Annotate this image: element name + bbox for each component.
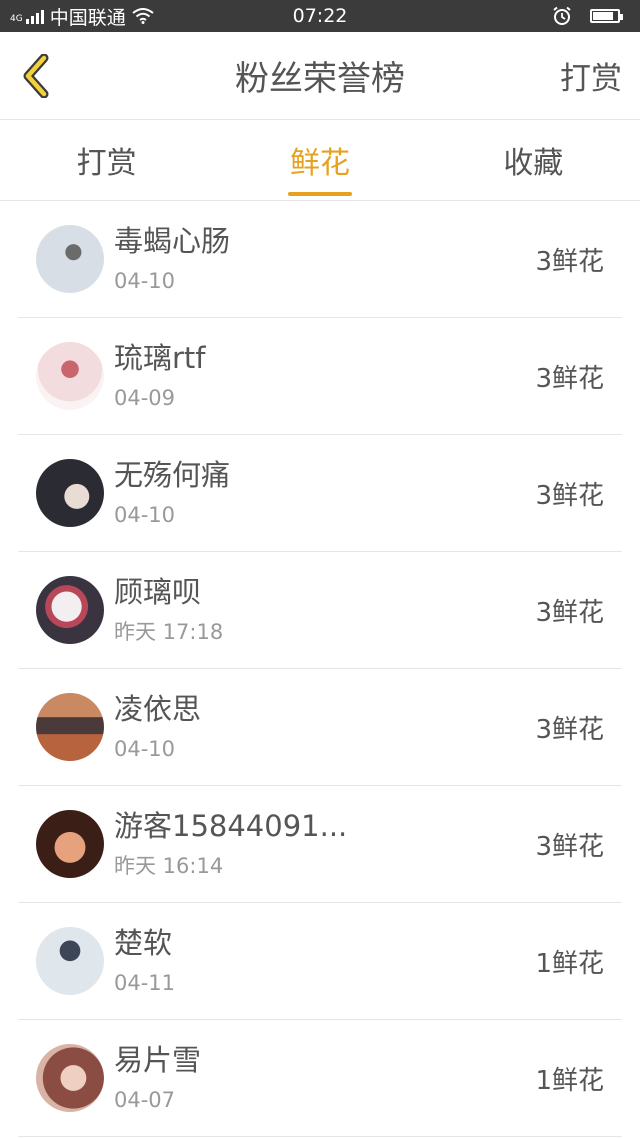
fan-time: 04-10 (114, 503, 176, 527)
fan-time: 04-10 (114, 737, 176, 761)
fan-time: 04-10 (114, 269, 176, 293)
fan-name: 毒蝎心肠 (114, 224, 231, 258)
avatar (36, 342, 104, 410)
fan-name: 琉璃rtf (114, 341, 206, 375)
list-item[interactable]: 凌依思 04-10 3鲜花 (18, 669, 622, 786)
fan-name: 易片雪 (114, 1043, 202, 1077)
network-type-label: 4G (10, 14, 23, 24)
avatar (36, 810, 104, 878)
fan-time: 04-07 (114, 1088, 176, 1112)
fan-name: 无殇何痛 (114, 458, 231, 492)
avatar (36, 225, 104, 293)
fan-info: 游客15844091... 昨天 16:14 (114, 807, 535, 881)
list-item[interactable]: 琉璃rtf 04-09 3鲜花 (18, 318, 622, 435)
avatar (36, 693, 104, 761)
avatar (36, 576, 104, 644)
tab-bar: 打赏 鲜花 收藏 (0, 120, 640, 201)
tab-label: 打赏 (76, 146, 137, 181)
tab-label: 收藏 (503, 146, 564, 181)
fan-time: 04-09 (114, 386, 176, 410)
list-item[interactable]: 毒蝎心肠 04-10 3鲜花 (18, 201, 622, 318)
fan-time: 昨天 17:18 (114, 620, 224, 644)
list-item[interactable]: 无殇何痛 04-10 3鲜花 (18, 435, 622, 552)
list-item[interactable]: 楚软 04-11 1鲜花 (18, 903, 622, 1020)
list-item[interactable]: 易片雪 04-07 1鲜花 (18, 1020, 622, 1137)
gift-count: 3鲜花 (535, 714, 604, 745)
battery-level-fill (593, 12, 614, 20)
fan-info: 凌依思 04-10 (114, 690, 535, 764)
list-item[interactable]: 游客15844091... 昨天 16:14 3鲜花 (18, 786, 622, 903)
fan-info: 无殇何痛 04-10 (114, 456, 535, 530)
fan-info: 琉璃rtf 04-09 (114, 339, 535, 413)
alarm-icon (553, 6, 571, 25)
status-right (552, 6, 630, 26)
gift-count: 3鲜花 (535, 246, 604, 277)
tab-flowers[interactable]: 鲜花 (213, 120, 426, 200)
fan-info: 顾璃呗 昨天 17:18 (114, 573, 535, 647)
avatar (36, 1044, 104, 1112)
battery-icon (590, 9, 623, 23)
avatar (36, 459, 104, 527)
fan-name: 游客15844091... (114, 809, 348, 843)
gift-count: 3鲜花 (535, 597, 604, 628)
reward-button[interactable]: 打赏 (560, 53, 622, 98)
fan-info: 楚软 04-11 (114, 924, 535, 998)
fan-info: 毒蝎心肠 04-10 (114, 222, 535, 296)
fan-time: 04-11 (114, 971, 176, 995)
wifi-icon (132, 8, 154, 24)
fan-name: 楚软 (114, 926, 173, 960)
tab-reward[interactable]: 打赏 (0, 120, 213, 200)
page-title: 粉丝荣誉榜 (235, 59, 405, 99)
gift-count: 1鲜花 (535, 1065, 604, 1096)
fan-time: 昨天 16:14 (114, 854, 224, 878)
status-bar: 4G 中国联通 07:22 (0, 0, 640, 32)
gift-count: 3鲜花 (535, 363, 604, 394)
status-left: 4G 中国联通 (10, 3, 154, 30)
tab-favorites[interactable]: 收藏 (427, 120, 640, 200)
tab-label: 鲜花 (289, 146, 350, 181)
fan-name: 顾璃呗 (114, 575, 202, 609)
tab-underline (287, 192, 352, 196)
signal-icon: 4G (10, 8, 44, 24)
back-button[interactable] (18, 53, 52, 99)
fan-name: 凌依思 (114, 692, 202, 726)
fan-list: 毒蝎心肠 04-10 3鲜花 琉璃rtf 04-09 3鲜花 无殇何痛 04-1… (0, 201, 640, 1137)
avatar (36, 927, 104, 995)
chevron-left-icon (23, 53, 49, 98)
header-bar: 粉丝荣誉榜 打赏 (0, 32, 640, 120)
fan-info: 易片雪 04-07 (114, 1041, 535, 1115)
gift-count: 3鲜花 (535, 480, 604, 511)
gift-count: 3鲜花 (535, 831, 604, 862)
list-item[interactable]: 顾璃呗 昨天 17:18 3鲜花 (18, 552, 622, 669)
gift-count: 1鲜花 (535, 948, 604, 979)
carrier-name: 中国联通 (49, 6, 126, 29)
